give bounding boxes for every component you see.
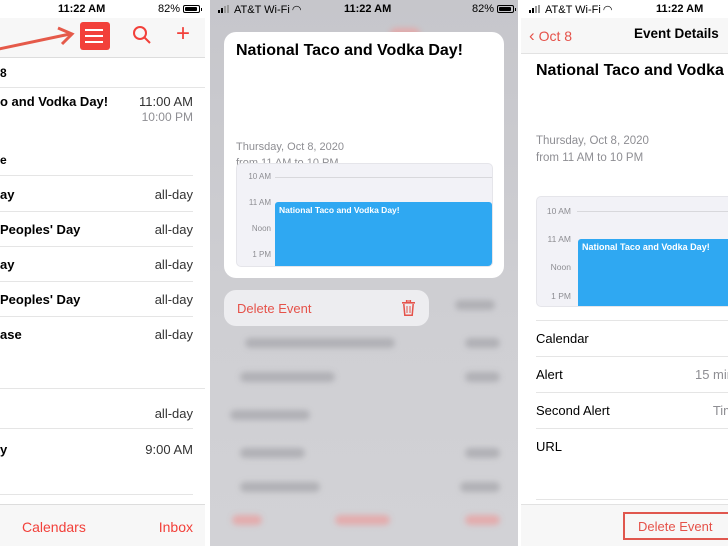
event-date: Thursday, Oct 8, 2020 from 11 AM to 10 P… — [536, 135, 649, 164]
day-header: 8 — [0, 62, 205, 88]
timeline-label: 1 PM — [252, 250, 271, 259]
timeline-line — [275, 177, 492, 178]
blurred-content — [455, 300, 495, 310]
event-title: National Taco and Vodka Day! — [536, 62, 728, 79]
timeline-event-block: National Taco and Vodka Day! — [578, 239, 728, 306]
timeline-line — [577, 211, 728, 212]
timeline-label: 11 AM — [248, 198, 271, 207]
event-title: y — [0, 442, 8, 457]
event-row[interactable]: all-day — [0, 389, 193, 429]
timeline-event-block: National Taco and Vodka Day! — [275, 202, 492, 266]
annotation-arrow-icon — [0, 26, 75, 51]
delete-event-button[interactable]: Delete Event — [623, 512, 728, 540]
back-button[interactable]: ‹ Oct 8 — [529, 26, 572, 46]
event-preview-card[interactable]: National Taco and Vodka Day! Thursday, O… — [224, 32, 504, 278]
signal-icon — [529, 5, 543, 13]
event-title: ay — [0, 257, 15, 272]
event-preview-panel: AT&T Wi-Fi ◠ 11:22 AM 82% National Taco a… — [210, 0, 518, 546]
event-row[interactable]: Peoples' Day all-day — [0, 282, 193, 317]
blurred-content — [232, 515, 262, 525]
event-title: Peoples' Day — [0, 222, 81, 237]
status-time: 11:22 AM — [656, 3, 704, 15]
event-title: National Taco and Vodka Day! — [236, 42, 464, 59]
event-details-panel: AT&T Wi-Fi ◠ 11:22 AM ‹ Oct 8 Event Detai… — [521, 0, 728, 546]
search-icon[interactable] — [132, 24, 152, 46]
blurred-content — [245, 338, 395, 348]
status-bar: 11:22 AM 82% — [0, 0, 205, 18]
wifi-icon: ◠ — [291, 4, 302, 16]
event-time: all-day — [154, 222, 193, 237]
event-start-time: 11:00 AM — [139, 94, 193, 109]
battery-percent: 82% — [158, 3, 181, 15]
event-time: all-day — [154, 292, 193, 307]
add-event-button[interactable]: + — [176, 22, 190, 46]
battery-status: 82% — [158, 3, 203, 15]
event-time: all-day — [154, 187, 193, 202]
status-bar: AT&T Wi-Fi ◠ 11:22 AM 82% — [210, 0, 518, 18]
delete-event-menu-item[interactable]: Delete Event — [224, 290, 429, 326]
event-row[interactable]: o and Vodka Day! 11:00 AM 10:00 PM — [0, 88, 193, 150]
timeline-label: 11 AM — [547, 234, 571, 244]
blurred-content — [460, 482, 500, 492]
event-title: Peoples' Day — [0, 292, 81, 307]
day-header: e — [0, 150, 193, 176]
event-title: ase — [0, 327, 22, 342]
wifi-icon: ◠ — [602, 4, 613, 16]
battery-status: 82% — [472, 3, 517, 15]
blurred-content — [230, 410, 310, 420]
event-time: all-day — [154, 257, 193, 272]
event-row[interactable]: ay all-day — [0, 247, 193, 282]
blurred-content — [240, 448, 305, 458]
day-timeline: 10 AM 11 AM Noon 1 PM National Taco and … — [236, 163, 493, 267]
calendar-list-panel: 11:22 AM 82% + 8 o and Vodka Day! 11:00 … — [0, 0, 205, 546]
nav-title: Event Details — [634, 26, 719, 41]
event-row[interactable]: y 9:00 AM — [0, 429, 193, 495]
blurred-content — [335, 515, 390, 525]
event-time: 9:00 AM — [145, 442, 193, 457]
nav-bar: ‹ Oct 8 Event Details — [521, 18, 728, 54]
battery-icon — [497, 5, 517, 14]
battery-percent: 82% — [472, 3, 495, 15]
timeline-label: Noon — [550, 262, 571, 272]
blurred-content — [240, 482, 320, 492]
day-timeline: 10 AM 11 AM Noon 1 PM National Taco and … — [536, 196, 728, 307]
timeline-label: 1 PM — [551, 291, 571, 301]
detail-row-alert[interactable]: Alert 15 min — [536, 356, 728, 392]
event-end-time: 10:00 PM — [141, 110, 193, 124]
battery-icon — [183, 5, 203, 14]
blurred-content — [465, 448, 500, 458]
blurred-content — [240, 372, 335, 382]
event-time: all-day — [154, 406, 193, 421]
event-row[interactable]: ay all-day — [0, 177, 193, 212]
trash-icon — [402, 300, 415, 316]
delete-event-label: Delete Event — [237, 301, 312, 316]
event-time: all-day — [154, 327, 193, 342]
status-time: 11:22 AM — [58, 3, 106, 15]
detail-row-second-alert[interactable]: Second Alert Tim — [536, 392, 728, 428]
detail-row-url[interactable]: URL — [536, 428, 728, 500]
blurred-content — [465, 338, 500, 348]
signal-icon — [218, 5, 232, 13]
timeline-label: 10 AM — [248, 172, 271, 181]
details-footer: Delete Event — [521, 504, 728, 546]
event-row[interactable]: Peoples' Day all-day — [0, 212, 193, 247]
blurred-content — [465, 372, 500, 382]
list-view-button[interactable] — [80, 22, 110, 50]
tab-calendars[interactable]: Calendars — [22, 519, 86, 535]
blurred-content — [465, 515, 500, 525]
event-row[interactable]: ase all-day — [0, 317, 205, 389]
chevron-left-icon: ‹ — [529, 26, 535, 45]
status-time: 11:22 AM — [344, 3, 392, 15]
event-title: o and Vodka Day! — [0, 94, 109, 109]
detail-row-calendar[interactable]: Calendar — [536, 320, 728, 356]
carrier: AT&T Wi-Fi ◠ — [218, 3, 301, 16]
carrier: AT&T Wi-Fi ◠ — [529, 3, 612, 16]
event-title: ay — [0, 187, 15, 202]
tab-inbox[interactable]: Inbox — [159, 519, 193, 535]
timeline-label: 10 AM — [546, 206, 571, 216]
tab-bar: Calendars Inbox — [0, 504, 205, 546]
timeline-label: Noon — [251, 224, 271, 233]
status-bar: AT&T Wi-Fi ◠ 11:22 AM — [521, 0, 728, 18]
